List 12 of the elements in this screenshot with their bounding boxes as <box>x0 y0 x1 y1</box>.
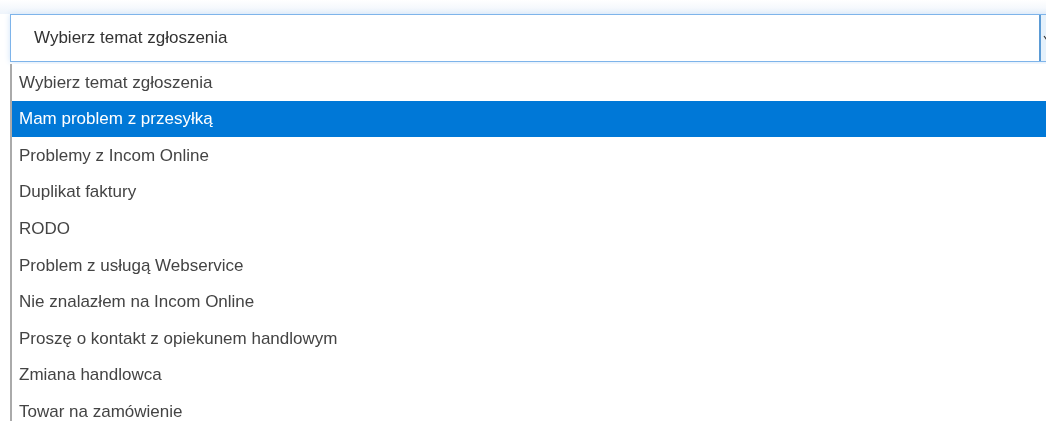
dropdown-option[interactable]: Duplikat faktury <box>12 173 1046 211</box>
dropdown-option[interactable]: Problemy z Incom Online <box>12 137 1046 174</box>
dropdown-option[interactable]: Zmiana handlowca <box>12 356 1046 394</box>
dropdown-option[interactable]: Wybierz temat zgłoszenia <box>12 64 1046 101</box>
dropdown-option[interactable]: Towar na zamówienie <box>12 393 1046 421</box>
dropdown-option[interactable]: RODO <box>12 210 1046 247</box>
dropdown-option[interactable]: Problem z usługą Webservice <box>12 246 1046 284</box>
dropdown-option[interactable]: Mam problem z przesyłką <box>12 100 1046 138</box>
dropdown-option[interactable]: Nie znalazłem na Incom Online <box>12 283 1046 321</box>
select-field[interactable]: Wybierz temat zgłoszenia <box>10 14 1046 62</box>
dropdown-option[interactable]: Proszę o kontakt z opiekunem handlowym <box>12 320 1046 357</box>
select-value: Wybierz temat zgłoszenia <box>33 27 229 50</box>
